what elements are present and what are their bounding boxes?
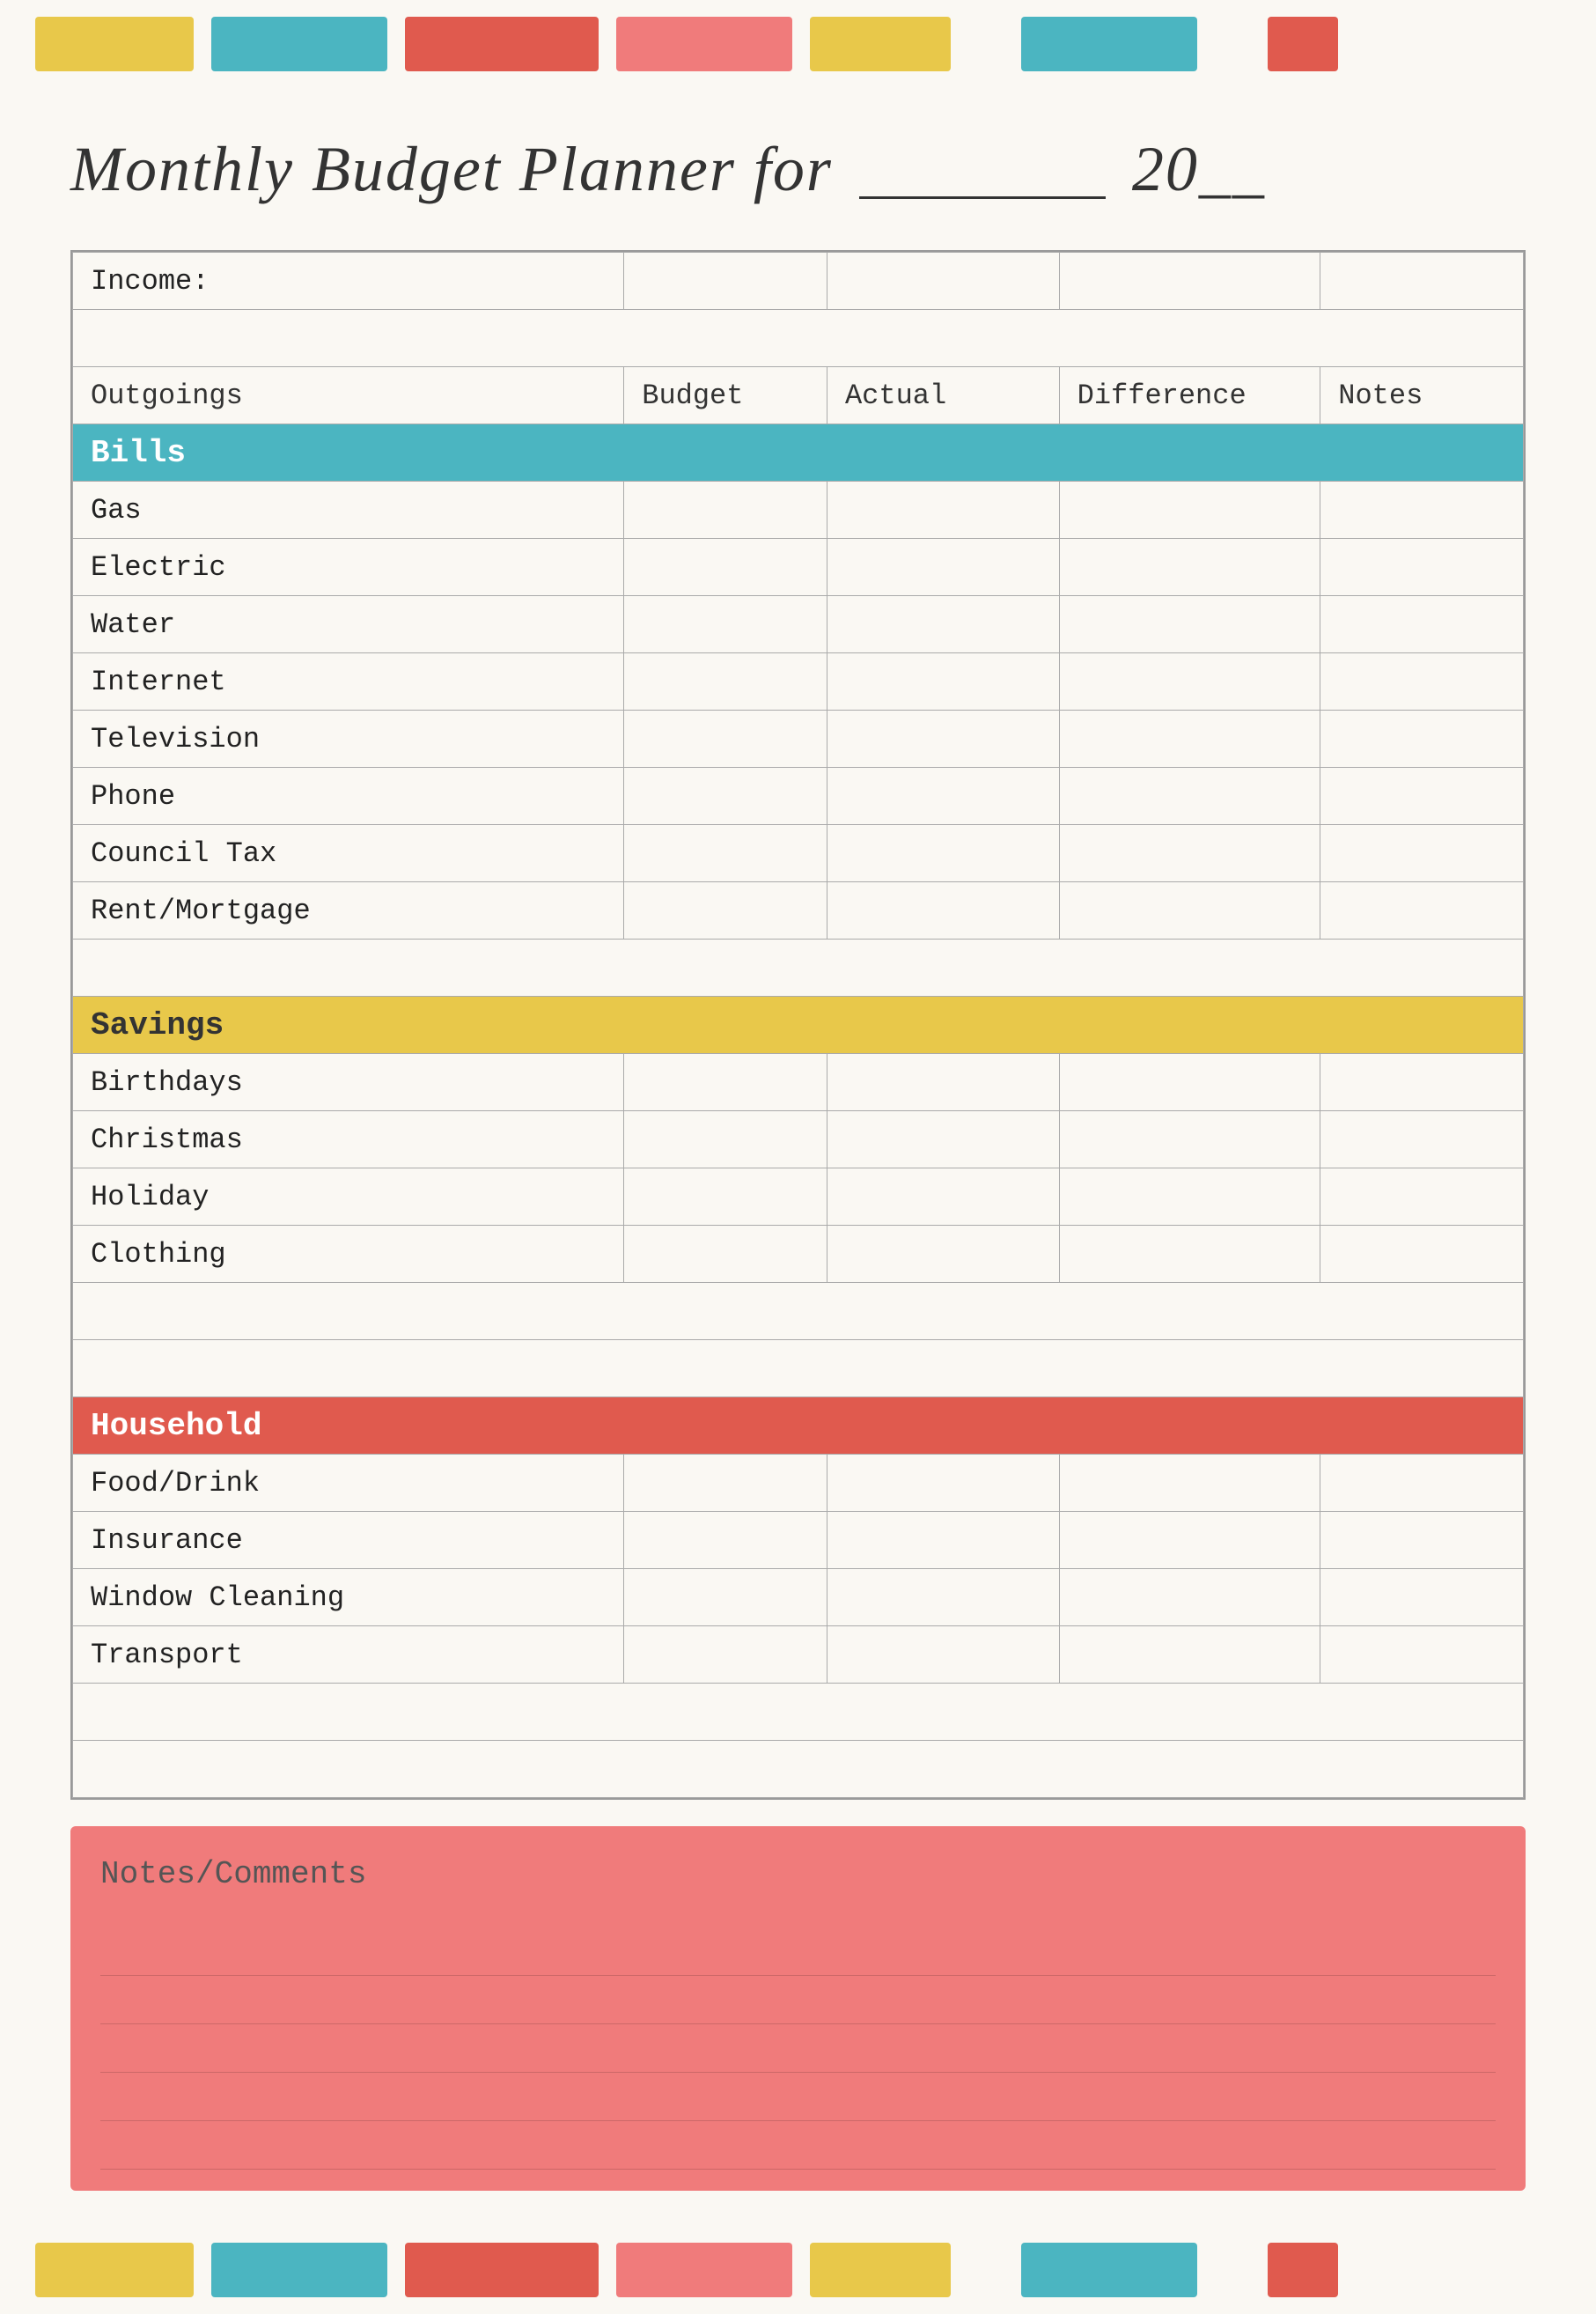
table-row: Electric bbox=[73, 539, 1524, 596]
notes-line-3 bbox=[100, 2024, 1496, 2073]
color-bar-4 bbox=[616, 17, 792, 71]
table-row: Food/Drink bbox=[73, 1455, 1524, 1512]
color-bar-1 bbox=[35, 17, 194, 71]
main-table-container: Income: Outgoings Budget Actual Differen… bbox=[70, 250, 1526, 1800]
table-row: Council Tax bbox=[73, 825, 1524, 882]
color-bar-6 bbox=[1021, 17, 1197, 71]
title-name-line bbox=[859, 123, 1106, 199]
income-actual bbox=[827, 253, 1059, 310]
empty-row-3 bbox=[73, 1283, 1524, 1340]
col-header-notes: Notes bbox=[1320, 367, 1524, 424]
item-television: Television bbox=[73, 711, 624, 768]
notes-line-2 bbox=[100, 1976, 1496, 2024]
savings-section-header: Savings bbox=[73, 997, 1524, 1054]
page-title: Monthly Budget Planner for 20__ bbox=[70, 123, 1526, 206]
item-food-drink: Food/Drink bbox=[73, 1455, 624, 1512]
notes-title: Notes/Comments bbox=[92, 1847, 1504, 1910]
notes-line-5 bbox=[100, 2121, 1496, 2170]
table-row: Gas bbox=[73, 482, 1524, 539]
color-bar-3 bbox=[405, 17, 599, 71]
savings-label: Savings bbox=[73, 997, 1524, 1054]
col-header-actual: Actual bbox=[827, 367, 1059, 424]
item-council-tax: Council Tax bbox=[73, 825, 624, 882]
column-header-row: Outgoings Budget Actual Difference Notes bbox=[73, 367, 1524, 424]
empty-row-2 bbox=[73, 940, 1524, 997]
notes-line-4 bbox=[100, 2073, 1496, 2121]
color-bar-2 bbox=[211, 17, 387, 71]
table-row: Phone bbox=[73, 768, 1524, 825]
bills-section-header: Bills bbox=[73, 424, 1524, 482]
income-budget bbox=[624, 253, 827, 310]
income-row: Income: bbox=[73, 253, 1524, 310]
item-window-cleaning: Window Cleaning bbox=[73, 1569, 624, 1626]
table-row: Transport bbox=[73, 1626, 1524, 1684]
item-birthdays: Birthdays bbox=[73, 1054, 624, 1111]
table-row: Christmas bbox=[73, 1111, 1524, 1168]
item-electric: Electric bbox=[73, 539, 624, 596]
notes-lines bbox=[92, 1927, 1504, 2170]
table-row: Water bbox=[73, 596, 1524, 653]
title-section: Monthly Budget Planner for 20__ bbox=[0, 88, 1596, 232]
bills-label: Bills bbox=[73, 424, 1524, 482]
empty-row-1 bbox=[73, 310, 1524, 367]
income-difference bbox=[1059, 253, 1320, 310]
table-row: Insurance bbox=[73, 1512, 1524, 1569]
page-container: Monthly Budget Planner for 20__ Income: … bbox=[0, 0, 1596, 2314]
item-water: Water bbox=[73, 596, 624, 653]
color-bars-bottom bbox=[0, 2226, 1596, 2314]
budget-table: Income: Outgoings Budget Actual Differen… bbox=[72, 252, 1524, 1798]
bottom-color-bar-5 bbox=[810, 2243, 951, 2297]
bottom-color-bar-6 bbox=[1021, 2243, 1197, 2297]
item-gas: Gas bbox=[73, 482, 624, 539]
table-row: Clothing bbox=[73, 1226, 1524, 1283]
notes-line-1 bbox=[100, 1927, 1496, 1976]
table-row: Window Cleaning bbox=[73, 1569, 1524, 1626]
bottom-color-bar-2 bbox=[211, 2243, 387, 2297]
item-insurance: Insurance bbox=[73, 1512, 624, 1569]
bottom-color-bar-3 bbox=[405, 2243, 599, 2297]
empty-row-6 bbox=[73, 1741, 1524, 1798]
household-section-header: Household bbox=[73, 1397, 1524, 1455]
item-phone: Phone bbox=[73, 768, 624, 825]
bottom-color-bar-1 bbox=[35, 2243, 194, 2297]
color-bar-5 bbox=[810, 17, 951, 71]
color-bar-7 bbox=[1268, 17, 1338, 71]
item-christmas: Christmas bbox=[73, 1111, 624, 1168]
bottom-color-bar-7 bbox=[1268, 2243, 1338, 2297]
notes-container: Notes/Comments bbox=[70, 1826, 1526, 2191]
item-transport: Transport bbox=[73, 1626, 624, 1684]
table-row: Birthdays bbox=[73, 1054, 1524, 1111]
col-header-budget: Budget bbox=[624, 367, 827, 424]
table-row: Rent/Mortgage bbox=[73, 882, 1524, 940]
household-label: Household bbox=[73, 1397, 1524, 1455]
item-clothing: Clothing bbox=[73, 1226, 624, 1283]
table-row: Internet bbox=[73, 653, 1524, 711]
empty-row-5 bbox=[73, 1684, 1524, 1741]
col-header-outgoings: Outgoings bbox=[73, 367, 624, 424]
bottom-color-bar-4 bbox=[616, 2243, 792, 2297]
income-notes bbox=[1320, 253, 1524, 310]
table-row: Television bbox=[73, 711, 1524, 768]
item-internet: Internet bbox=[73, 653, 624, 711]
empty-row-4 bbox=[73, 1340, 1524, 1397]
color-bars-top bbox=[0, 0, 1596, 88]
income-label: Income: bbox=[73, 253, 624, 310]
table-row: Holiday bbox=[73, 1168, 1524, 1226]
col-header-difference: Difference bbox=[1059, 367, 1320, 424]
item-holiday: Holiday bbox=[73, 1168, 624, 1226]
item-rent-mortgage: Rent/Mortgage bbox=[73, 882, 624, 940]
